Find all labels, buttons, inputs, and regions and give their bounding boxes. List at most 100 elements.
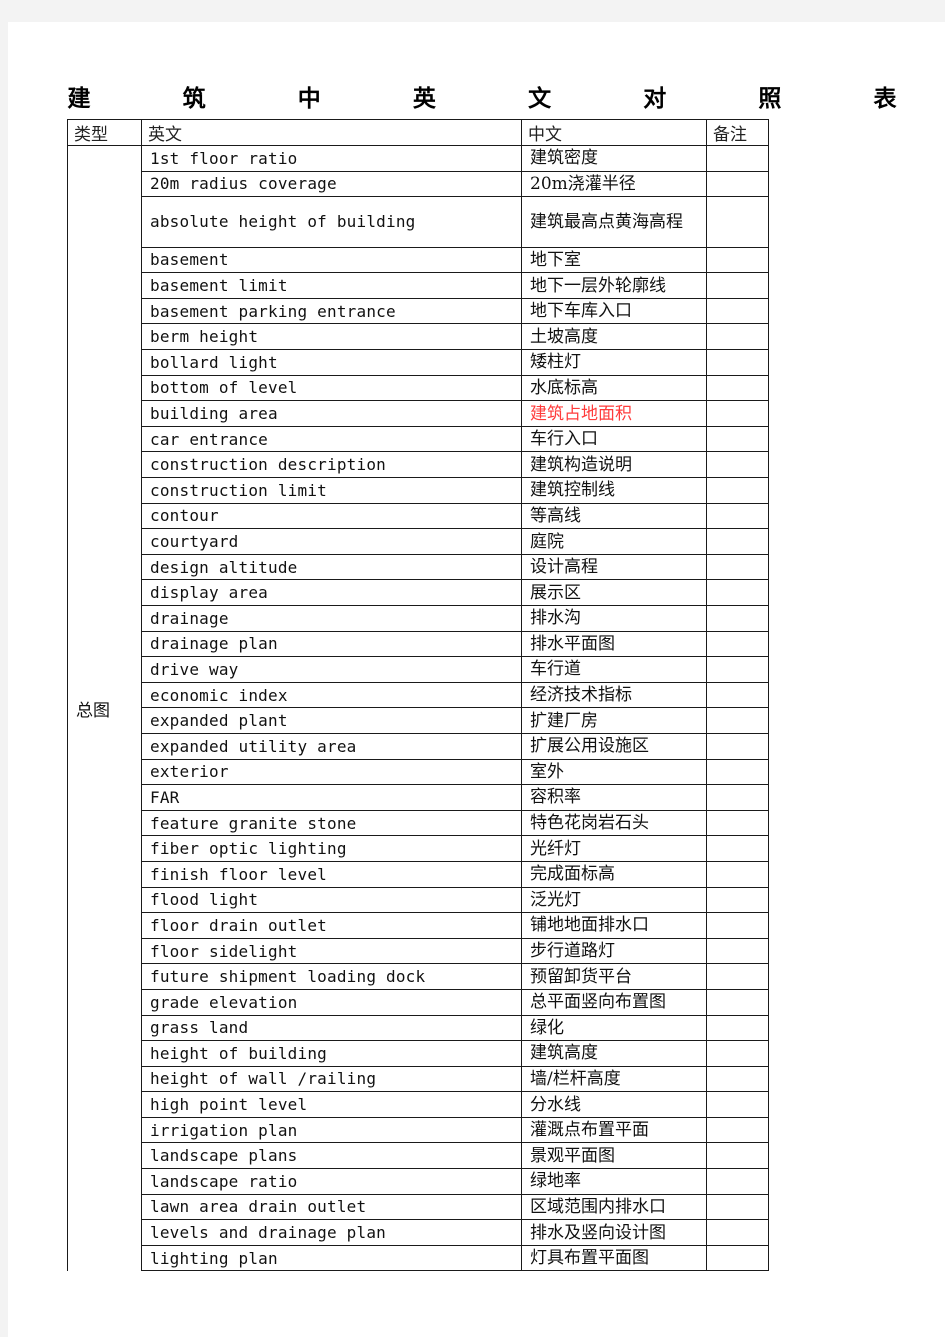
notes-cell	[706, 170, 769, 198]
notes-cell	[706, 477, 769, 504]
notes-cell	[706, 912, 769, 939]
chinese-term-cell: 土坡高度	[521, 323, 707, 351]
table-row: building area 建筑占地面积	[68, 400, 769, 427]
title-char: 英	[412, 85, 436, 112]
chinese-term-cell: 分水线	[521, 1091, 707, 1118]
notes-cell	[706, 528, 769, 555]
table-row: irrigation plan 灌溉点布置平面	[68, 1116, 769, 1144]
english-term-cell: 20m radius coverage	[141, 170, 522, 198]
table-row: expanded plant 扩建厂房	[68, 707, 769, 734]
chinese-term-cell: 排水沟	[521, 605, 707, 632]
english-term-cell: absolute height of building	[141, 196, 522, 248]
document-title: 建筑中英文对照表	[67, 78, 897, 114]
english-term-cell: feature granite stone	[141, 809, 522, 837]
table-row: feature granite stone 特色花岗岩石头	[68, 809, 769, 837]
chinese-term-cell: 排水平面图	[521, 630, 707, 658]
notes-cell	[706, 374, 769, 402]
english-term-cell: floor drain outlet	[141, 912, 522, 939]
chinese-term-cell: 完成面标高	[521, 860, 707, 888]
notes-cell	[706, 1014, 769, 1042]
table-row: height of wall /railing 墙/栏杆高度	[68, 1065, 769, 1093]
notes-cell	[706, 809, 769, 837]
english-term-cell: height of wall /railing	[141, 1065, 522, 1093]
chinese-term-cell: 总平面竖向布置图	[521, 988, 707, 1016]
table-row: grass land 绿化	[68, 1014, 769, 1042]
table-row: 总图 1st floor ratio 建筑密度	[67, 144, 769, 1271]
english-term-cell: flood light	[141, 886, 522, 914]
notes-cell	[706, 963, 769, 990]
chinese-term-cell: 展示区	[521, 579, 707, 606]
table-row: floor drain outlet 铺地地面排水口	[68, 912, 769, 939]
english-term-cell: economic index	[141, 681, 522, 709]
english-term-cell: expanded utility area	[141, 732, 522, 760]
table-header-row: 类型 英文 中文 备注	[67, 119, 769, 146]
chinese-term-cell: 庭院	[521, 528, 707, 555]
chinese-term-cell: 铺地地面排水口	[521, 912, 707, 939]
table-row: fiber optic lighting 光纤灯	[68, 835, 769, 862]
chinese-term-cell: 预留卸货平台	[521, 963, 707, 990]
english-term-cell: future shipment loading dock	[141, 963, 522, 990]
chinese-term-cell: 绿化	[521, 1014, 707, 1042]
english-term-cell: exterior	[141, 758, 522, 786]
table-row: basement limit 地下一层外轮廓线	[68, 272, 769, 299]
english-term-cell: grade elevation	[141, 988, 522, 1016]
chinese-term-cell: 建筑最高点黄海高程	[521, 196, 707, 248]
chinese-term-cell: 建筑构造说明	[521, 451, 707, 479]
chinese-term-cell: 步行道路灯	[521, 937, 707, 965]
chinese-term-cell: 地下车库入口	[521, 297, 707, 325]
notes-cell	[706, 1142, 769, 1170]
notes-cell	[706, 758, 769, 786]
chinese-term-cell: 建筑高度	[521, 1040, 707, 1067]
table-row: basement 地下室	[68, 246, 769, 274]
table-row: high point level 分水线	[68, 1091, 769, 1118]
table-row: economic index 经济技术指标	[68, 681, 769, 709]
table-row: height of building 建筑高度	[68, 1040, 769, 1067]
table-row: lighting plan 灯具布置平面图	[68, 1244, 769, 1272]
chinese-term-cell: 设计高程	[521, 553, 707, 581]
notes-cell	[706, 605, 769, 632]
glossary-table: 类型 英文 中文 备注 总图 1st floor ratio 建筑密度 20m rad…	[67, 119, 769, 1272]
notes-cell	[706, 1065, 769, 1093]
english-term-cell: construction limit	[141, 477, 522, 504]
table-row: 20m radius coverage 20m浇灌半径	[68, 170, 769, 198]
notes-cell	[706, 1193, 769, 1221]
notes-cell	[706, 707, 769, 734]
table-row: floor sidelight 步行道路灯	[68, 937, 769, 965]
english-term-cell: basement parking entrance	[141, 297, 522, 325]
chinese-term-cell: 光纤灯	[521, 835, 707, 862]
notes-cell	[706, 784, 769, 811]
english-term-cell: basement limit	[141, 272, 522, 299]
table-row: grade elevation 总平面竖向布置图	[68, 988, 769, 1016]
table-row: design altitude 设计高程	[68, 553, 769, 581]
title-char: 建	[67, 85, 91, 112]
notes-cell	[706, 451, 769, 479]
table-row: display area 展示区	[68, 579, 769, 606]
notes-cell	[706, 400, 769, 427]
table-row: courtyard 庭院	[68, 528, 769, 555]
table-row: absolute height of building 建筑最高点黄海高程	[68, 196, 769, 248]
english-term-cell: fiber optic lighting	[141, 835, 522, 862]
chinese-term-cell: 墙/栏杆高度	[521, 1065, 707, 1093]
notes-cell	[706, 835, 769, 862]
notes-cell	[706, 297, 769, 325]
chinese-term-cell: 排水及竖向设计图	[521, 1219, 707, 1246]
header-english: 英文	[141, 119, 522, 146]
chinese-term-cell: 地下室	[521, 246, 707, 274]
title-char: 照	[758, 85, 782, 112]
title-char: 表	[873, 85, 897, 112]
notes-cell	[706, 502, 769, 530]
category-cell: 总图	[67, 144, 142, 1271]
english-term-cell: drive way	[141, 656, 522, 683]
notes-cell	[706, 988, 769, 1016]
notes-cell	[706, 246, 769, 274]
english-term-cell: construction description	[141, 451, 522, 479]
chinese-term-cell: 20m浇灌半径	[521, 170, 707, 198]
chinese-term-cell: 车行入口	[521, 425, 707, 453]
chinese-term-cell: 绿地率	[521, 1168, 707, 1195]
notes-cell	[706, 1091, 769, 1118]
chinese-term-cell: 等高线	[521, 502, 707, 530]
header-category: 类型	[67, 119, 142, 146]
english-term-cell: design altitude	[141, 553, 522, 581]
english-term-cell: lighting plan	[141, 1244, 522, 1272]
notes-cell	[706, 732, 769, 760]
